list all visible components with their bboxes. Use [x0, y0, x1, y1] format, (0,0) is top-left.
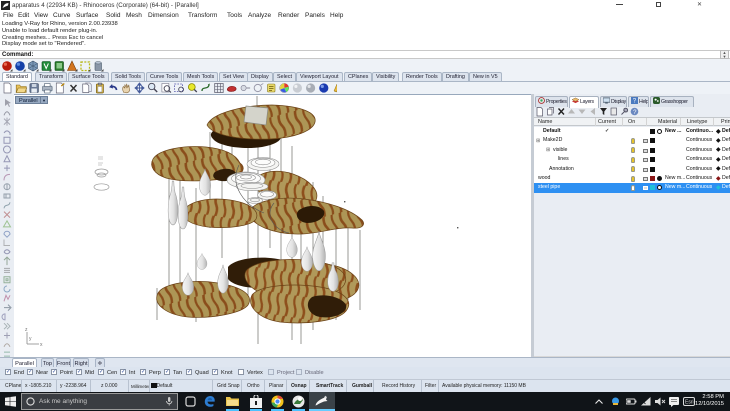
svg-text:z: z [25, 327, 28, 333]
svg-text:Esri: Esri [685, 400, 694, 406]
svg-text:x: x [40, 342, 43, 348]
svg-text:y: y [29, 336, 32, 342]
